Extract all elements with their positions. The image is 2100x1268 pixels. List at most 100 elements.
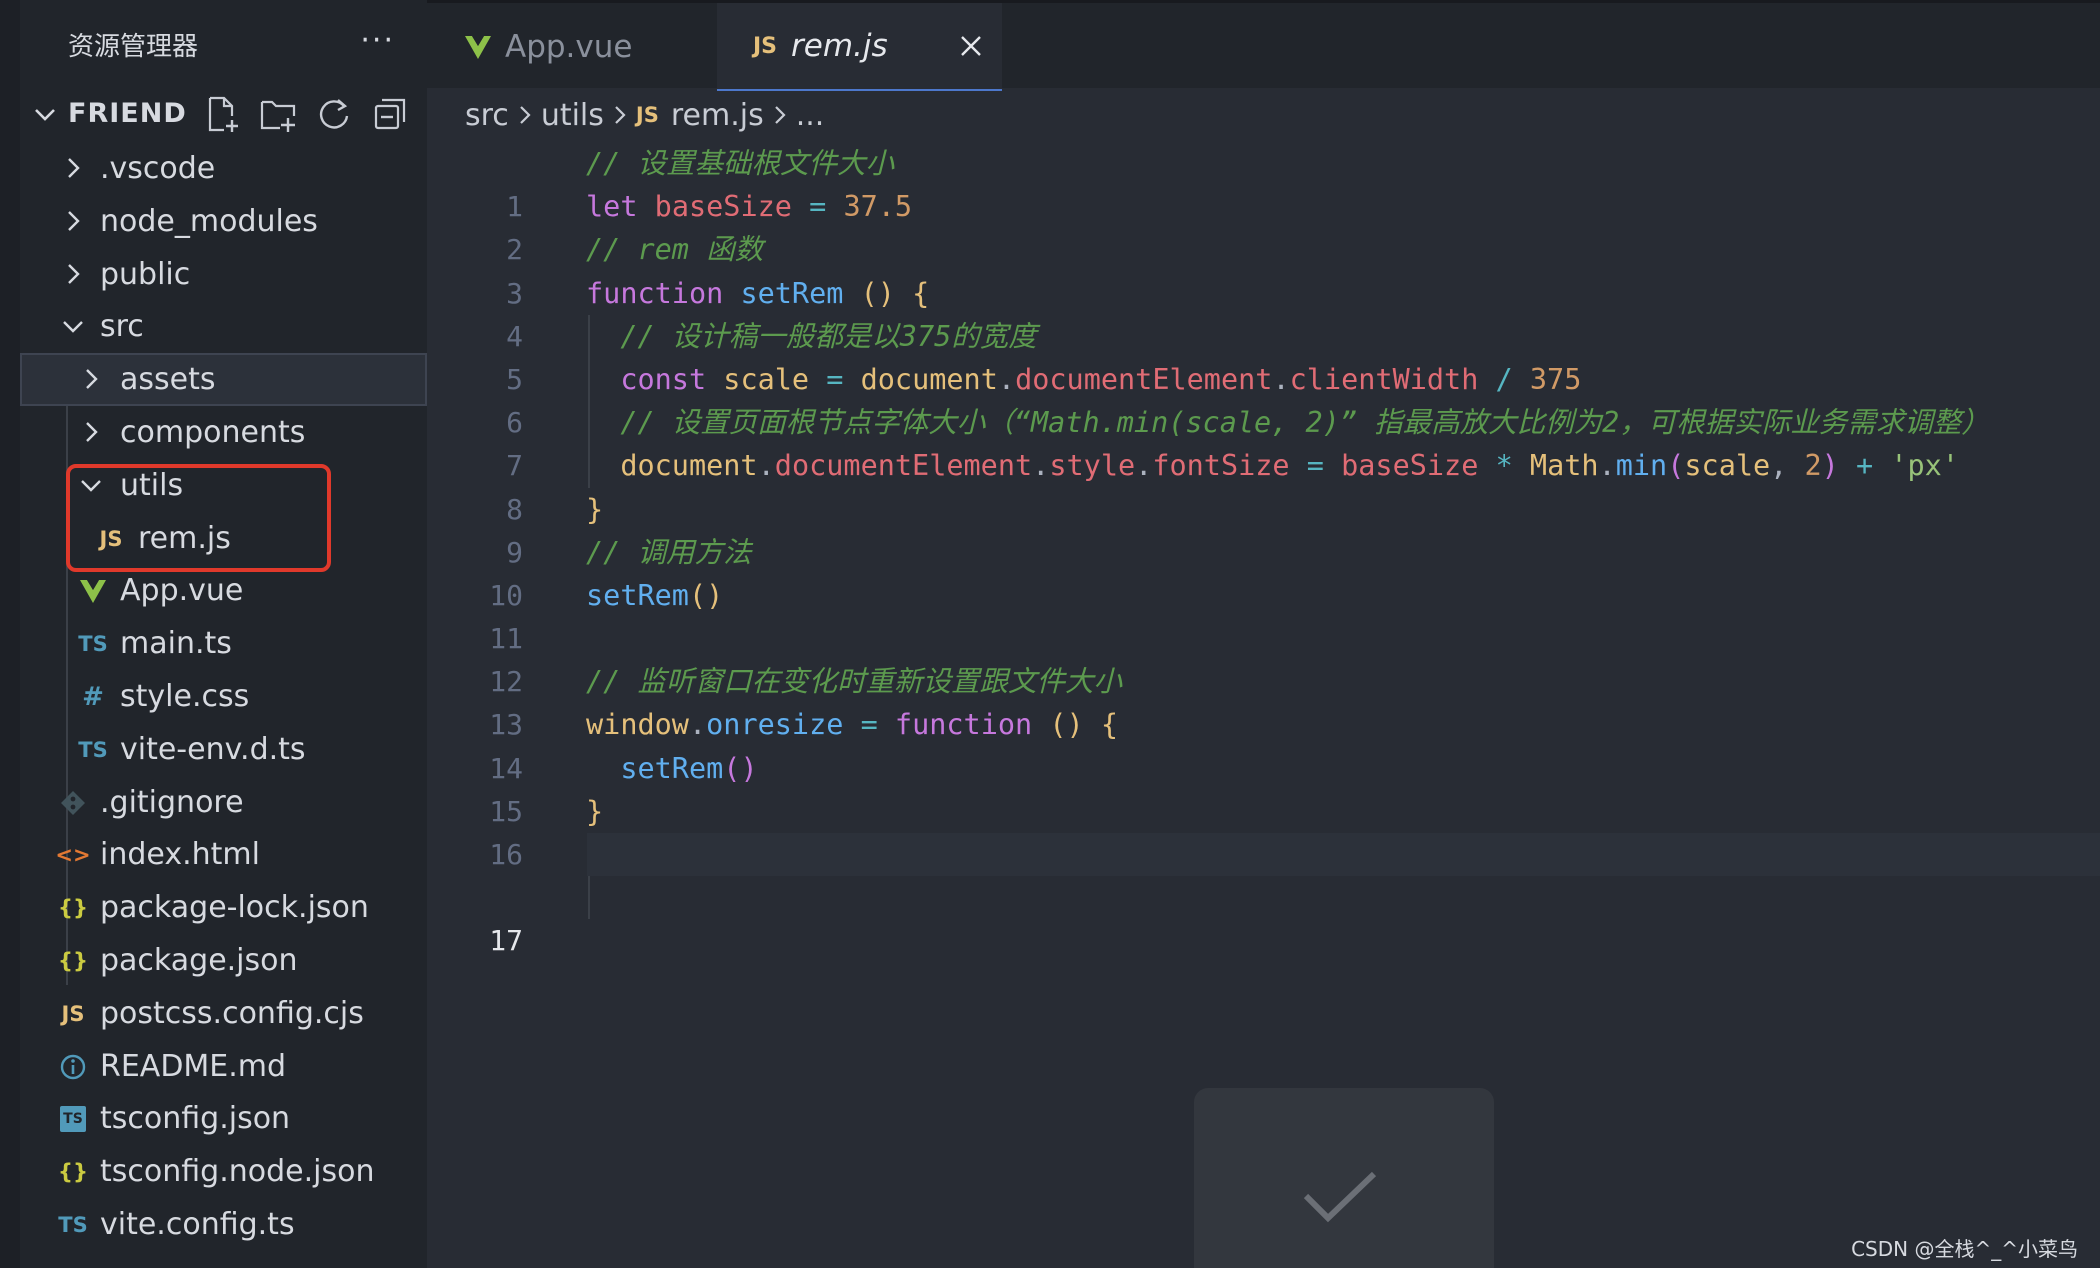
explorer-title: 资源管理器 — [68, 31, 199, 62]
tsconfig-file-icon: TS — [60, 1106, 86, 1133]
code-object: Math — [1529, 449, 1599, 483]
code-line: 11 setRem() — [427, 574, 2100, 655]
code-number: 2 — [1804, 449, 1822, 483]
line-number: 17 — [489, 924, 523, 958]
json-file-icon: {} — [58, 896, 88, 921]
code-paren: () — [723, 751, 758, 785]
tree-item-public[interactable]: public — [20, 248, 427, 301]
ts-file-icon: TS — [78, 632, 108, 657]
breadcrumb-item[interactable]: utils — [541, 98, 604, 133]
code-object: document — [620, 449, 758, 483]
code-operator: = — [809, 190, 827, 224]
tree-item-package-json[interactable]: {} package.json — [20, 934, 427, 987]
ts-file-icon: TS — [78, 737, 108, 762]
tree-item-index-html[interactable]: <> index.html — [20, 828, 427, 881]
tree-item-label: postcss.config.cjs — [100, 995, 364, 1031]
tree-item-label: public — [100, 256, 191, 292]
tree-item-vscode[interactable]: .vscode — [20, 142, 427, 195]
tree-item-tsconfig[interactable]: TS tsconfig.json — [20, 1092, 427, 1145]
code-line: 6 const scale = document.documentElement… — [427, 358, 2100, 439]
new-file-icon[interactable] — [202, 94, 242, 134]
code-variable: scale — [1684, 449, 1771, 483]
code-paren: () — [1049, 708, 1084, 742]
code-comment: // 监听窗口在变化时重新设置跟文件大小 — [586, 665, 1122, 699]
js-file-icon: JS — [635, 103, 659, 127]
tree-item-components[interactable]: components — [20, 406, 427, 459]
ts-file-icon: TS — [58, 1212, 88, 1237]
chevron-right-icon — [520, 106, 531, 124]
code-keyword: function — [894, 708, 1033, 742]
tree-item-label: .gitignore — [100, 784, 244, 820]
code-line: 5 // 设计稿一般都是以375的宽度 — [427, 315, 2100, 396]
workspace-folder-name: FRIEND — [68, 98, 187, 129]
code-property: clientWidth — [1289, 362, 1479, 396]
tab-rem-js[interactable]: JS rem.js — [717, 3, 1002, 91]
tree-item-vite-config[interactable]: TS vite.config.ts — [20, 1198, 427, 1251]
code-line: 7 // 设置页面根节点字体大小（“Math.min(scale, 2)” 指最… — [427, 401, 2100, 482]
json-file-icon: {} — [58, 1160, 88, 1185]
chevron-right-icon — [86, 369, 98, 390]
code-operator: / — [1495, 362, 1513, 396]
tree-item-label: src — [100, 309, 144, 345]
tree-item-assets[interactable]: assets — [20, 353, 427, 406]
tree-item-app-vue[interactable]: App.vue — [20, 564, 427, 617]
code-line: 9 } — [427, 488, 2100, 569]
code-keyword: let — [586, 190, 638, 224]
code-editor[interactable]: 1 // 设置基础根文件大小 2 let baseSize = 37.5 3 /… — [427, 142, 2100, 957]
code-function: min — [1615, 449, 1668, 483]
css-file-icon: # — [82, 681, 104, 712]
more-actions-icon[interactable]: ··· — [360, 26, 395, 56]
tree-item-readme[interactable]: README.md — [20, 1040, 427, 1093]
chevron-right-icon — [68, 158, 80, 178]
tree-item-label: .vscode — [100, 151, 216, 186]
tab-bar: App.vue JS rem.js — [427, 0, 2100, 91]
tree-item-gitignore[interactable]: .gitignore — [20, 776, 427, 829]
tree-item-main-ts[interactable]: TS main.ts — [20, 617, 427, 670]
code-operator: = — [860, 708, 878, 742]
code-paren: () — [688, 578, 724, 612]
code-line: 10 // 调用方法 — [427, 531, 2100, 612]
tree-item-label: vite-env.d.ts — [120, 731, 306, 767]
tree-item-vite-env[interactable]: TS vite-env.d.ts — [20, 723, 427, 776]
tree-item-label: assets — [120, 362, 216, 398]
tree-item-label: style.css — [120, 678, 250, 714]
code-operator: + — [1856, 449, 1874, 483]
chevron-right-icon — [68, 210, 80, 231]
explorer-sidebar: 资源管理器 ··· FRIEND .vscode node_modules pu… — [0, 0, 427, 1268]
breadcrumb-item[interactable]: ... — [796, 98, 825, 133]
tab-label: App.vue — [505, 29, 633, 65]
chevron-right-icon — [774, 106, 786, 124]
folder-header[interactable]: FRIEND — [20, 92, 427, 138]
breadcrumb: src utils JS rem.js ... — [465, 95, 824, 135]
refresh-icon[interactable] — [314, 94, 354, 134]
tree-item-node-modules[interactable]: node_modules — [20, 195, 427, 248]
code-line: 8 document.documentElement.style.fontSiz… — [427, 444, 2100, 525]
tree-item-src[interactable]: src — [20, 300, 427, 353]
collapse-all-icon[interactable] — [370, 94, 410, 134]
checkmark-icon — [1303, 1171, 1377, 1223]
git-icon — [61, 790, 85, 815]
activity-strip — [0, 0, 20, 1268]
chevron-right-icon — [68, 263, 80, 284]
code-number: 37.5 — [843, 190, 913, 224]
code-line: 15 setRem() — [427, 747, 2100, 828]
chevron-down-icon[interactable] — [30, 100, 60, 130]
tree-item-tsconfig-node[interactable]: {} tsconfig.node.json — [20, 1145, 427, 1198]
tree-item-postcss-config[interactable]: JS postcss.config.cjs — [20, 987, 427, 1040]
code-line: 3 // rem 函数 — [427, 228, 2100, 309]
file-tree: .vscode node_modules public src assets c… — [20, 142, 427, 1251]
tree-item-label: README.md — [100, 1048, 287, 1084]
new-folder-icon[interactable] — [258, 94, 298, 134]
code-keyword: function — [586, 276, 724, 310]
close-icon[interactable] — [958, 33, 984, 59]
code-function: setRem — [586, 578, 689, 612]
tree-item-label: tsconfig.node.json — [100, 1154, 375, 1190]
breadcrumb-item[interactable]: rem.js — [671, 98, 764, 133]
json-file-icon: {} — [58, 948, 88, 973]
code-line: 2 let baseSize = 37.5 — [427, 185, 2100, 266]
tab-app-vue[interactable]: App.vue — [427, 3, 717, 91]
tree-item-package-lock[interactable]: {} package-lock.json — [20, 881, 427, 934]
breadcrumb-item[interactable]: src — [465, 98, 509, 133]
code-comment: // 设计稿一般都是以375的宽度 — [620, 319, 1037, 353]
tree-item-style-css[interactable]: # style.css — [20, 670, 427, 723]
